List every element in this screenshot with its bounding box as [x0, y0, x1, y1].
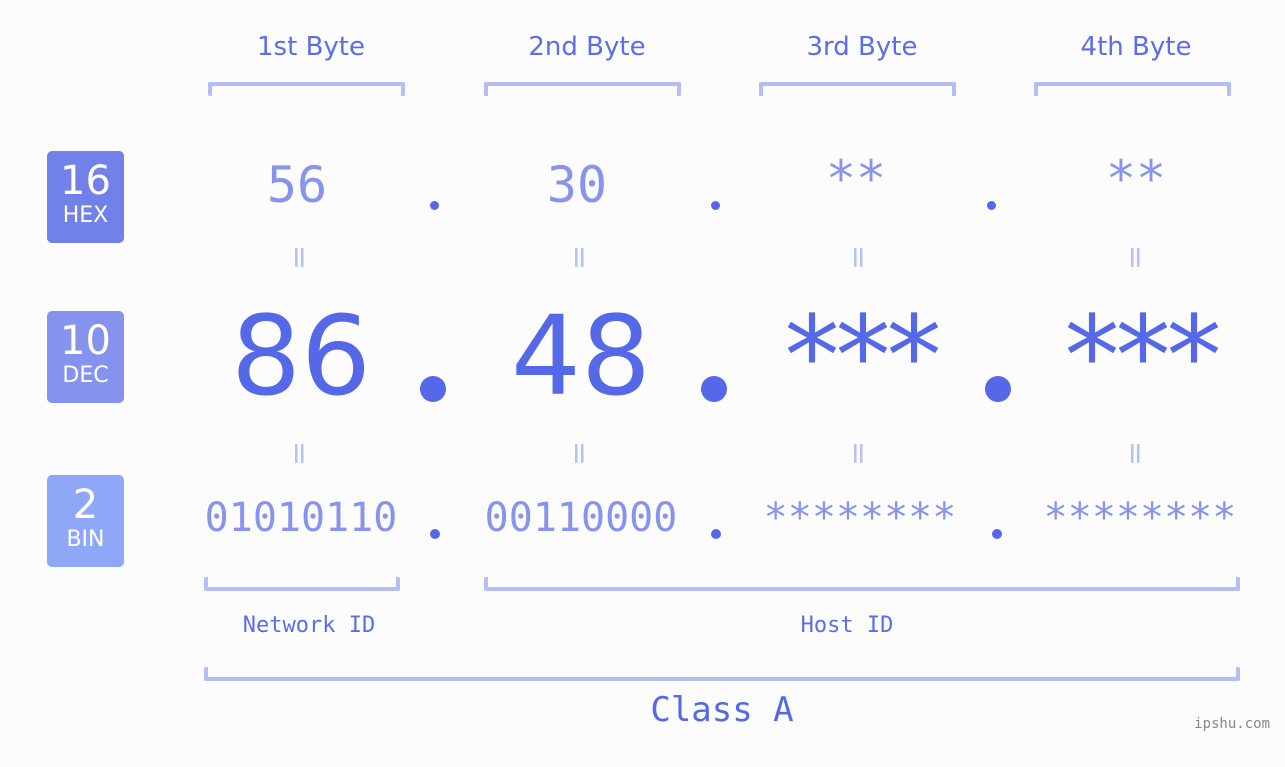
bin-value-1: 01010110	[204, 495, 398, 541]
dec-separator-dot-1	[420, 376, 446, 402]
byte-header-1: 1st Byte	[257, 32, 365, 62]
dec-badge: 10 DEC	[47, 311, 124, 403]
byte-bracket-4	[1034, 82, 1231, 96]
bin-badge-label: BIN	[66, 527, 105, 552]
byte-bracket-2	[484, 82, 681, 96]
class-label: Class A	[650, 690, 794, 730]
byte-bracket-3	[759, 82, 956, 96]
bin-value-3: ********	[763, 495, 957, 541]
dec-separator-dot-2	[701, 376, 727, 402]
equals-icon: =	[282, 440, 318, 467]
host-id-label: Host ID	[800, 613, 894, 638]
byte-header-4: 4th Byte	[1080, 32, 1192, 62]
bin-value-2: 00110000	[484, 495, 678, 541]
network-id-bracket	[204, 577, 400, 591]
hex-separator-dot-2	[711, 201, 720, 210]
watermark: ipshu.com	[1194, 716, 1270, 732]
equals-icon: =	[1118, 440, 1154, 467]
equals-icon: =	[841, 440, 877, 467]
equals-icon: =	[282, 244, 318, 271]
dec-badge-label: DEC	[62, 363, 109, 388]
dec-value-1: 86	[231, 292, 371, 420]
byte-header-3: 3rd Byte	[806, 32, 918, 62]
dec-badge-number: 10	[60, 318, 111, 364]
hex-separator-dot-3	[987, 201, 996, 210]
bin-badge: 2 BIN	[47, 475, 124, 567]
hex-value-3: **	[825, 150, 887, 208]
byte-header-2: 2nd Byte	[528, 32, 646, 62]
dec-value-2: 48	[511, 292, 651, 420]
equals-icon: =	[562, 244, 598, 271]
hex-badge-number: 16	[60, 158, 111, 204]
hex-separator-dot-1	[430, 201, 439, 210]
dec-value-4: ***	[1064, 292, 1222, 420]
dec-separator-dot-3	[985, 376, 1011, 402]
equals-icon: =	[841, 244, 877, 271]
bin-separator-dot-3	[992, 529, 1002, 539]
network-id-label: Network ID	[242, 613, 376, 638]
bin-separator-dot-2	[711, 529, 721, 539]
hex-value-4: **	[1105, 150, 1167, 208]
bin-value-4: ********	[1043, 495, 1237, 541]
hex-value-1: 56	[266, 156, 328, 214]
dec-value-3: ***	[784, 292, 942, 420]
hex-value-2: 30	[546, 156, 608, 214]
hex-badge: 16 HEX	[47, 151, 124, 243]
class-bracket	[204, 667, 1240, 681]
equals-icon: =	[1118, 244, 1154, 271]
byte-bracket-1	[208, 82, 405, 96]
equals-icon: =	[562, 440, 598, 467]
hex-badge-label: HEX	[62, 203, 109, 228]
bin-separator-dot-1	[430, 529, 440, 539]
host-id-bracket	[484, 577, 1240, 591]
bin-badge-number: 2	[72, 482, 99, 528]
